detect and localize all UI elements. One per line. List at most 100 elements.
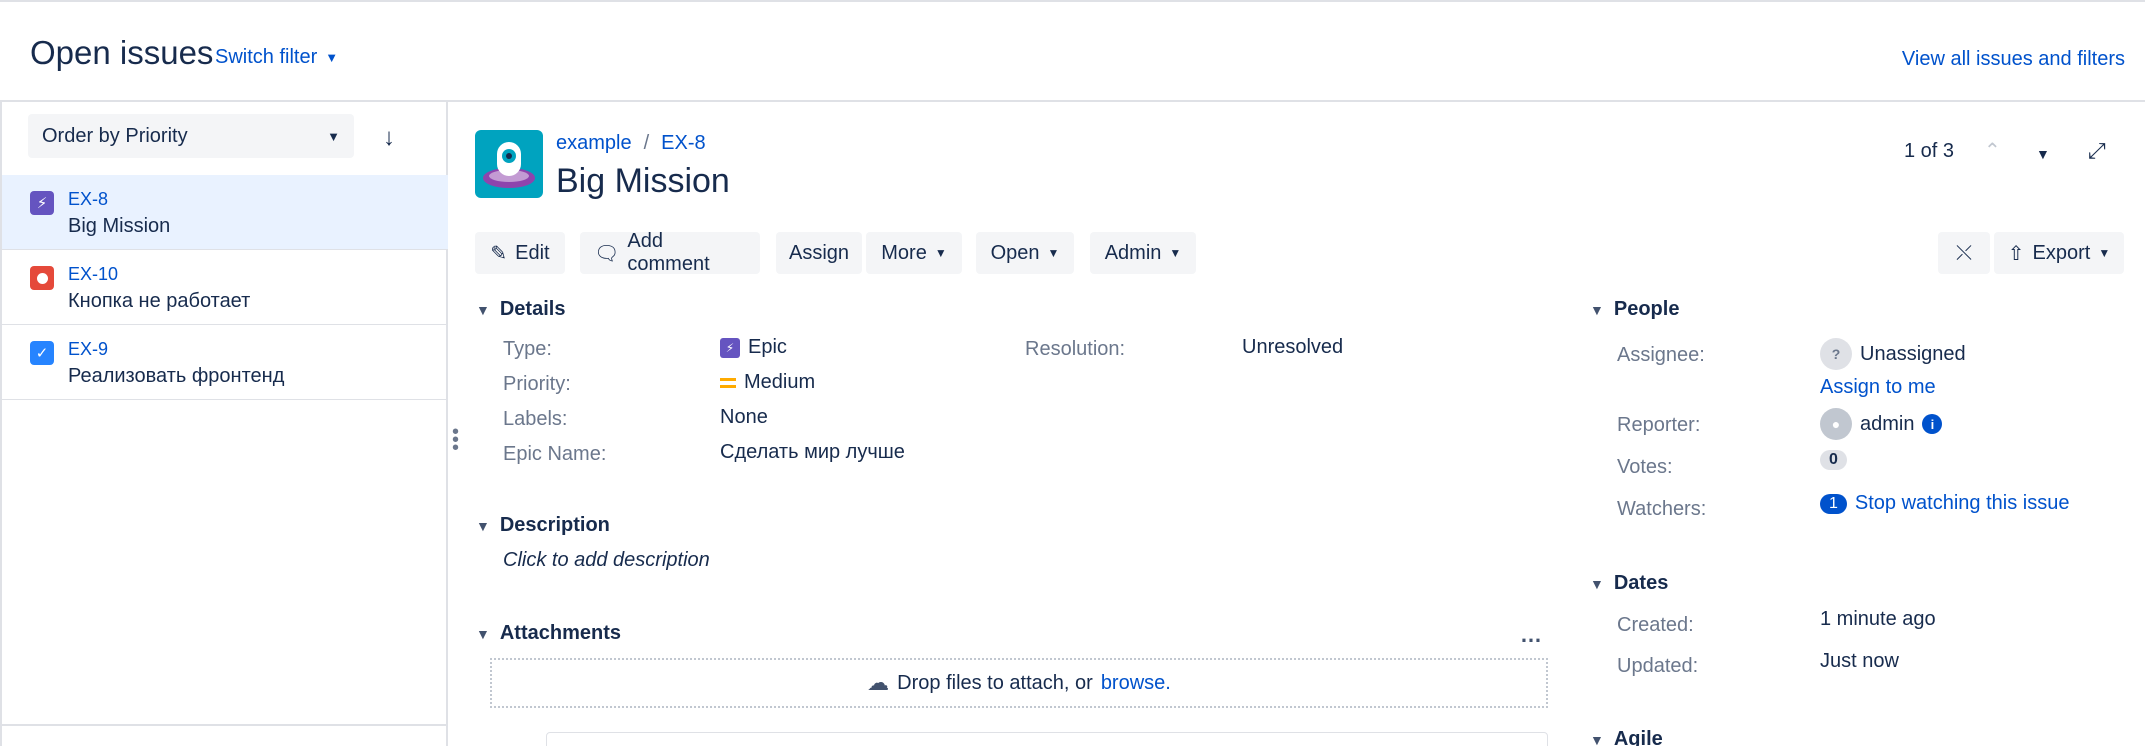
breadcrumb: example / EX-8 (556, 132, 706, 155)
browse-link[interactable]: browse. (1101, 672, 1171, 695)
chevron-down-icon: ▼ (1169, 246, 1182, 260)
edit-button-label: Edit (515, 241, 550, 264)
type-label: Type: (503, 338, 552, 360)
breadcrumb-separator: / (643, 132, 650, 154)
list-item[interactable]: EX-10 Кнопка не работает (2, 250, 448, 325)
issue-title[interactable]: Big Mission (556, 162, 730, 201)
watchers-badge[interactable]: 1 (1820, 493, 1847, 514)
details-section-toggle[interactable]: ▼ Details (476, 298, 565, 321)
people-section-toggle[interactable]: ▼ People (1590, 298, 1679, 321)
drop-zone-text: Drop files to attach, or (897, 671, 1093, 694)
resize-handle-icon[interactable]: • • • (452, 422, 459, 458)
assign-button[interactable]: Assign (776, 232, 862, 274)
attachment-drop-zone[interactable]: ☁ Drop files to attach, or browse. (490, 658, 1548, 708)
created-label: Created: (1617, 614, 1694, 636)
votes-label: Votes: (1617, 456, 1673, 478)
resolution-label: Resolution: (1025, 338, 1126, 360)
export-icon: ⇧ (2007, 242, 2025, 265)
switch-filter-label: Switch filter (215, 46, 318, 68)
switch-filter-button[interactable]: Switch filter ▼ (215, 46, 338, 69)
attachments-heading: Attachments (499, 622, 621, 644)
votes-badge: 0 (1820, 450, 1847, 470)
project-avatar (475, 130, 543, 198)
chevron-down-icon: ▼ (327, 128, 340, 144)
dates-heading: Dates (1613, 572, 1669, 594)
expand-icon[interactable]: ⤢ (2088, 138, 2106, 164)
view-all-issues-link[interactable]: View all issues and filters (1902, 48, 2125, 71)
issue-key[interactable]: EX-8 (68, 189, 108, 210)
order-by-select[interactable]: Order by Priority ▼ (28, 114, 354, 158)
dates-section-toggle[interactable]: ▼ Dates (1590, 572, 1668, 595)
description-placeholder[interactable]: Click to add description (503, 549, 710, 572)
votes-value[interactable]: 0 (1820, 450, 1847, 470)
pencil-icon: ✎ (490, 242, 508, 265)
comment-box[interactable] (546, 732, 1548, 746)
description-section-toggle[interactable]: ▼ Description (476, 514, 610, 537)
epic-name-value[interactable]: Сделать мир лучше (720, 441, 905, 464)
more-button[interactable]: More ▼ (866, 232, 962, 274)
project-avatar-icon (483, 142, 535, 188)
type-value-text: Epic (748, 336, 787, 358)
description-heading: Description (499, 514, 610, 536)
breadcrumb-issue-key-link[interactable]: EX-8 (661, 132, 705, 155)
created-value: 1 minute ago (1820, 608, 1936, 630)
assignee-label: Assignee: (1617, 344, 1705, 366)
issue-key[interactable]: EX-10 (68, 264, 118, 285)
chevron-down-icon: ▼ (1590, 731, 1604, 746)
assignee-value: ? Unassigned (1820, 338, 1966, 370)
chevron-up-icon[interactable]: ⌃ (1984, 138, 2001, 163)
people-heading: People (1613, 298, 1680, 320)
cloud-upload-icon: ☁ (867, 670, 890, 695)
assignee-value-text: Unassigned (1860, 342, 1966, 365)
stop-watching-link[interactable]: Stop watching this issue (1855, 492, 2070, 515)
user-avatar-icon: ● (1820, 408, 1852, 440)
assign-label: Assign (788, 241, 850, 264)
issue-summary: Реализовать фронтенд (68, 365, 285, 387)
chevron-down-icon: ▼ (476, 625, 490, 642)
labels-label: Labels: (503, 408, 568, 430)
workflow-status-button[interactable]: Open ▼ (976, 232, 1074, 274)
chevron-down-icon[interactable]: ▼ (2036, 146, 2050, 162)
share-button[interactable]: ⤬ (1938, 232, 1990, 274)
issue-summary: Big Mission (68, 215, 171, 237)
breadcrumb-project-link[interactable]: example (556, 132, 632, 155)
issue-key[interactable]: EX-9 (68, 339, 108, 360)
admin-label: Admin (1104, 241, 1162, 264)
sort-direction-arrow-icon[interactable]: ↓ (383, 124, 395, 152)
divider (2, 724, 448, 726)
pager-count: 1 of 3 (1904, 140, 1955, 162)
add-comment-button[interactable]: 🗨 Add comment (580, 230, 760, 275)
info-icon[interactable]: i (1922, 414, 1943, 434)
edit-button[interactable]: ✎ Edit (475, 232, 565, 274)
epic-icon: ⚡ (30, 191, 54, 215)
details-heading: Details (499, 298, 566, 320)
list-item[interactable]: ✓ EX-9 Реализовать фронтенд (2, 325, 448, 400)
priority-value: Medium (720, 371, 815, 394)
order-by-label: Order by Priority (42, 124, 188, 147)
reporter-value-text[interactable]: admin (1860, 413, 1914, 436)
status-label: Open (990, 241, 1040, 264)
assign-to-me-link[interactable]: Assign to me (1820, 376, 1936, 399)
type-value: ⚡ Epic (720, 336, 787, 359)
comment-icon: 🗨 (594, 242, 620, 265)
add-comment-label: Add comment (627, 230, 710, 275)
share-icon: ⤬ (1956, 241, 1972, 264)
admin-button[interactable]: Admin ▼ (1090, 232, 1196, 274)
more-options-icon[interactable]: … (1520, 622, 1543, 648)
list-item[interactable]: ⚡ EX-8 Big Mission (2, 175, 448, 250)
task-checkbox-icon: ✓ (30, 341, 54, 365)
unassigned-avatar-icon: ? (1820, 338, 1852, 370)
medium-priority-icon (720, 377, 736, 388)
more-label: More (881, 241, 927, 264)
agile-section-toggle[interactable]: ▼ Agile (1590, 728, 1663, 746)
labels-value[interactable]: None (720, 406, 768, 429)
watchers-label: Watchers: (1617, 498, 1707, 520)
epic-icon: ⚡ (720, 337, 740, 358)
bug-icon (30, 266, 54, 290)
resolution-value: Unresolved (1242, 336, 1344, 358)
export-button[interactable]: ⇧ Export ▼ (1994, 232, 2124, 274)
attachments-section-toggle[interactable]: ▼ Attachments (476, 622, 621, 645)
chevron-down-icon: ▼ (476, 301, 490, 318)
chevron-down-icon: ▼ (1590, 575, 1604, 592)
chevron-down-icon: ▼ (2098, 246, 2111, 260)
